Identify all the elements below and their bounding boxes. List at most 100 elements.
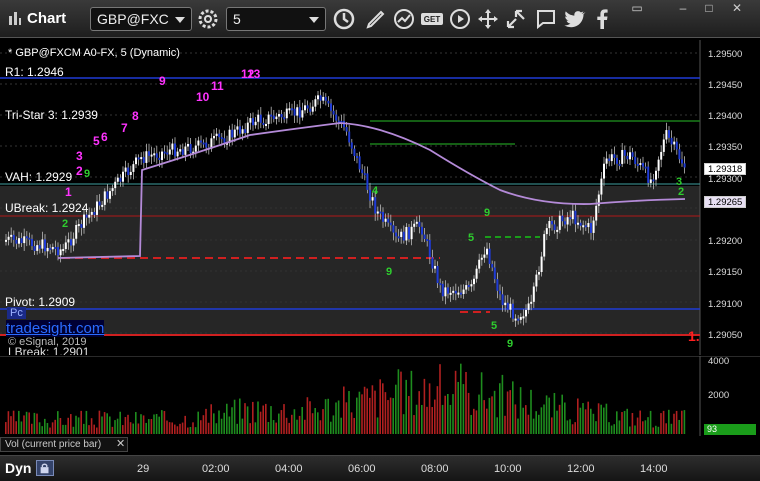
- price-bar: [571, 210, 574, 220]
- price-bar: [239, 126, 241, 134]
- price-bar: [525, 309, 527, 317]
- dyn-mode-button[interactable]: Dyn: [5, 460, 31, 476]
- pencil-icon[interactable]: [364, 7, 388, 31]
- level-vah-label: VAH: 1.2929: [5, 170, 73, 184]
- lock-icon[interactable]: [36, 460, 54, 476]
- symbol-select[interactable]: GBP@FXC: [90, 7, 192, 31]
- volume-bar: [192, 422, 194, 434]
- volume-bar: [257, 401, 259, 434]
- volume-bar: [332, 415, 335, 434]
- volume-bar: [434, 399, 436, 434]
- price-bar: [200, 140, 202, 143]
- volume-bar: [441, 404, 444, 434]
- price-bar: [189, 143, 192, 154]
- play-icon[interactable]: [448, 7, 472, 31]
- line-chart-icon[interactable]: [392, 7, 416, 31]
- count-number: 2: [678, 186, 685, 198]
- price-bar: [291, 108, 293, 111]
- volume-bar: [595, 421, 597, 434]
- volume-bar: [38, 422, 41, 434]
- volume-bar: [553, 392, 556, 434]
- volume-chart[interactable]: [0, 356, 760, 436]
- price-bar: [36, 245, 39, 251]
- price-bar: [584, 225, 587, 228]
- volume-bar: [400, 371, 402, 434]
- price-bar: [77, 224, 80, 227]
- price-bar: [657, 159, 660, 171]
- level-ubreak-label: UBreak: 1.2924: [5, 201, 89, 215]
- close-button[interactable]: ✕: [726, 0, 748, 18]
- price-bar: [213, 136, 215, 139]
- price-bar: [434, 265, 436, 269]
- volume-bar: [574, 422, 576, 434]
- price-bar: [116, 177, 119, 182]
- price-bar: [244, 129, 247, 133]
- volume-bar: [610, 425, 613, 434]
- volume-bar: [85, 410, 88, 434]
- price-bar: [519, 316, 522, 320]
- volume-bar: [475, 410, 478, 434]
- seq-number: 13: [247, 67, 261, 81]
- volume-bar: [465, 371, 467, 434]
- price-bar: [569, 217, 572, 220]
- bottom-bar: Dyn 29 02:00 04:00 06:00 08:00 10:00 12:…: [0, 455, 760, 481]
- volume-bar: [444, 395, 446, 434]
- restore-button[interactable]: ▭: [626, 0, 648, 18]
- volume-bar: [59, 417, 62, 434]
- price-bar: [623, 149, 626, 156]
- volume-bar: [670, 423, 673, 434]
- volume-bar: [93, 424, 95, 434]
- volume-bar: [356, 397, 358, 434]
- maximize-button[interactable]: □: [698, 0, 720, 18]
- volume-bar: [665, 423, 667, 434]
- volume-bar: [501, 374, 504, 434]
- price-bar: [259, 114, 262, 123]
- vol-y-tick: 4000: [708, 356, 730, 367]
- facebook-icon[interactable]: [590, 7, 614, 31]
- move-icon[interactable]: [476, 7, 500, 31]
- volume-bar: [600, 404, 602, 434]
- price-bar: [80, 224, 83, 228]
- volume-bar: [259, 411, 262, 434]
- interval-select[interactable]: 5: [226, 7, 326, 31]
- price-bar: [423, 234, 426, 240]
- volume-bar: [480, 372, 483, 434]
- volume-bar: [189, 426, 192, 434]
- clock-icon[interactable]: [332, 7, 356, 31]
- volume-bar: [88, 425, 90, 434]
- volume-bar: [83, 423, 85, 434]
- double-arrow-icon[interactable]: [504, 7, 528, 31]
- close-volume-pane-button[interactable]: ✕: [116, 437, 125, 450]
- esignal-copyright: © eSignal, 2019: [8, 336, 87, 348]
- volume-bar: [114, 420, 116, 434]
- volume-bar: [163, 411, 166, 434]
- volume-bar: [462, 384, 465, 434]
- price-bar: [31, 238, 33, 247]
- price-bar: [335, 114, 338, 121]
- settings-gear-icon[interactable]: [196, 7, 220, 31]
- price-bar: [176, 151, 179, 157]
- price-bar: [673, 141, 676, 145]
- price-bar: [109, 191, 111, 199]
- price-bar: [564, 221, 566, 225]
- minimize-button[interactable]: –: [672, 0, 694, 18]
- volume-bar: [231, 407, 233, 434]
- twitter-icon[interactable]: [562, 7, 586, 31]
- volume-bar: [454, 370, 457, 434]
- price-bar: [384, 218, 387, 222]
- volume-bar: [519, 387, 522, 434]
- y-tick: 1.29150: [708, 267, 743, 278]
- price-bar: [298, 107, 301, 118]
- price-bar: [608, 158, 611, 162]
- volume-bar: [363, 386, 366, 434]
- price-bar: [41, 239, 44, 249]
- y-tick: 1.29500: [708, 49, 743, 60]
- price-bar: [418, 221, 421, 227]
- tradesight-link[interactable]: tradesight.com: [6, 320, 105, 337]
- price-chart[interactable]: [0, 40, 760, 355]
- price-bar: [392, 225, 395, 233]
- price-bar: [174, 143, 176, 157]
- get-icon[interactable]: GET: [420, 7, 444, 31]
- comment-icon[interactable]: [534, 7, 558, 31]
- volume-bar: [540, 407, 543, 434]
